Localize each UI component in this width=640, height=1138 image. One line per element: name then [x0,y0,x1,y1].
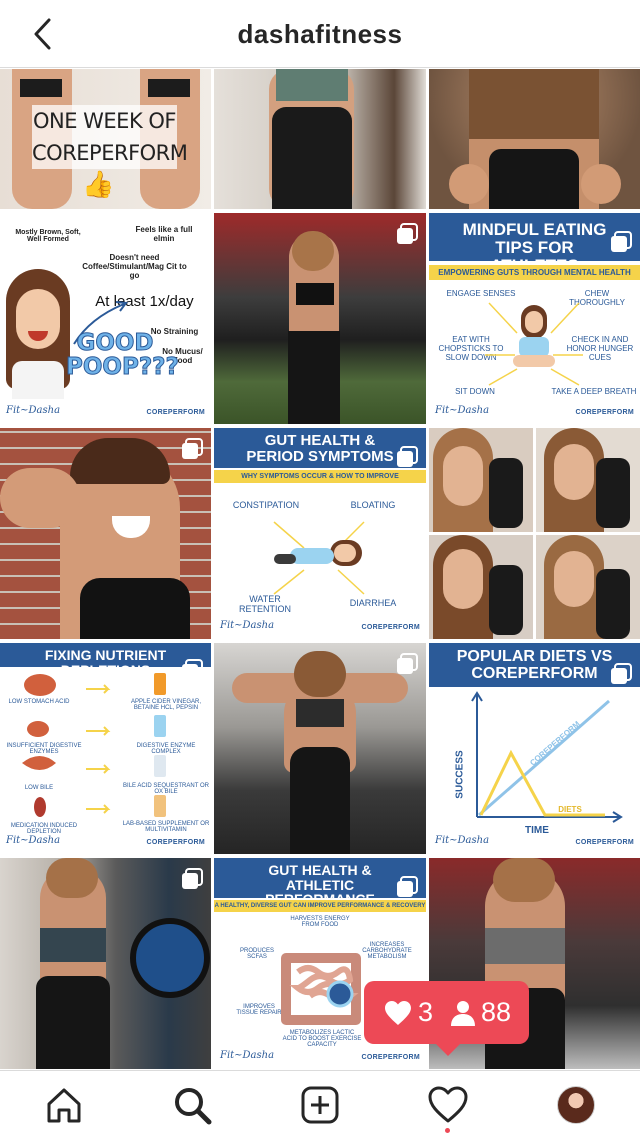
nav-profile-button[interactable] [554,1083,598,1127]
brand-logo-text: COREPERFORM [146,409,205,416]
bottom-nav [0,1070,640,1138]
brand-logo-text: COREPERFORM [146,839,205,846]
info-title: GUT HEALTH & PERIOD SYMPTOMS [214,428,426,468]
benefit-label: METABOLIZES LACTIC ACID TO BOOST EXERCIS… [282,1030,362,1048]
post-tile-11[interactable] [214,643,426,854]
top-bar: dashafitness [0,0,640,68]
search-icon [175,1088,212,1125]
signature: Fit~Dasha [6,405,61,416]
multi-post-icon [182,868,203,889]
person-icon [450,1000,475,1026]
post-tile-8[interactable]: GUT HEALTH & PERIOD SYMPTOMS WHY SYMPTOM… [214,428,426,639]
heart-icon [384,1000,411,1025]
followers-count: 88 [480,997,511,1027]
post-tile-9[interactable] [429,428,640,639]
multi-post-icon [397,223,418,244]
bitmoji-avatar [2,269,74,399]
intestine-graphic [281,953,361,1025]
post-caption: ONE WEEK OF COREPERFORM [32,105,188,169]
collage-cell [536,428,640,532]
heart-icon [428,1086,468,1123]
organ-icons [22,673,166,817]
add-post-icon [301,1086,339,1124]
signature: Fit~Dasha [220,620,275,631]
info-title: FIXING NUTRIENT DEPLETIONS [0,643,211,677]
info-subtitle: A HEALTHY, DIVERSE GUT CAN IMPROVE PERFO… [214,900,426,912]
benefit-label: HARVESTS ENERGY FROM FOOD [290,916,350,928]
nav-home-button[interactable] [42,1083,86,1127]
info-text: Doesn't need Coffee/Stimulant/Mag Cit to… [82,253,187,280]
post-tile-2[interactable] [214,69,426,209]
post-tile-3[interactable] [429,69,640,209]
collage-cell [536,535,640,639]
activity-indicator-dot [445,1128,450,1133]
multi-post-icon [611,231,632,252]
signature: Fit~Dasha [435,835,490,846]
brand-logo-text: COREPERFORM [575,839,634,846]
signature: Fit~Dasha [6,835,61,846]
multi-post-icon [182,659,203,680]
brand-logo-text: COREPERFORM [575,409,634,416]
collage-cell [429,535,533,639]
signature: Fit~Dasha [435,405,490,416]
good-poop-text: GOOD POOP??? [66,330,180,380]
post-tile-12[interactable]: POPULAR DIETS VS COREPERFORM SUCCESS TIM… [429,643,640,854]
info-title: GUT HEALTH & ATHLETIC PERFORMANCE [214,858,426,907]
post-tile-13[interactable] [0,858,211,1069]
nav-new-post-button[interactable] [298,1083,342,1127]
chart-y-label: SUCCESS [454,750,466,799]
post-tile-10[interactable]: FIXING NUTRIENT DEPLETIONS LOW STOMACH A… [0,643,211,854]
collage-cell [429,428,533,532]
multi-post-icon [611,663,632,684]
meditating-avatar [513,305,555,369]
posts-grid: ONE WEEK OF COREPERFORM 👍 Mostly Brown, … [0,69,640,1069]
chart-series-label: DIETS [558,805,582,814]
activity-notification[interactable]: 3 88 [364,981,529,1056]
multi-post-icon [397,653,418,674]
info-subtitle: WHY SYMPTOMS OCCUR & HOW TO IMPROVE [214,470,426,483]
post-tile-5[interactable] [214,213,426,424]
home-icon [47,1088,81,1123]
info-title: MINDFUL EATING TIPS FOR ATHLETES [429,213,640,274]
chart-x-label: TIME [525,825,549,836]
post-tile-7[interactable] [0,428,211,639]
lying-avatar [274,540,364,570]
post-tile-1[interactable]: ONE WEEK OF COREPERFORM 👍 [0,69,211,209]
nav-search-button[interactable] [170,1083,214,1127]
info-text: Mostly Brown, Soft, Well Formed [15,229,81,243]
page-title: dashafitness [237,19,403,49]
benefit-label: PRODUCES SCFAs [239,948,274,960]
signature: Fit~Dasha [220,1050,275,1061]
multi-post-icon [397,446,418,467]
info-text: Feels like a full elmin [135,225,193,243]
avatar [557,1086,595,1124]
caption-line-2: COREPERFORM [32,141,188,165]
brand-logo-text: COREPERFORM [361,1054,420,1061]
caption-line-1: ONE WEEK OF [32,109,177,133]
multi-post-icon [182,438,203,459]
likes-count: 3 [417,997,433,1027]
post-tile-4[interactable]: Mostly Brown, Soft, Well Formed Feels li… [0,213,211,424]
brand-logo-text: COREPERFORM [361,624,420,631]
thumbs-up-emoji: 👍 [82,169,115,199]
post-tile-6[interactable]: MINDFUL EATING TIPS FOR ATHLETES EMPOWER… [429,213,640,424]
multi-post-icon [397,876,418,897]
info-title: POPULAR DIETS VS COREPERFORM [429,643,640,687]
nav-activity-button[interactable] [426,1083,470,1127]
